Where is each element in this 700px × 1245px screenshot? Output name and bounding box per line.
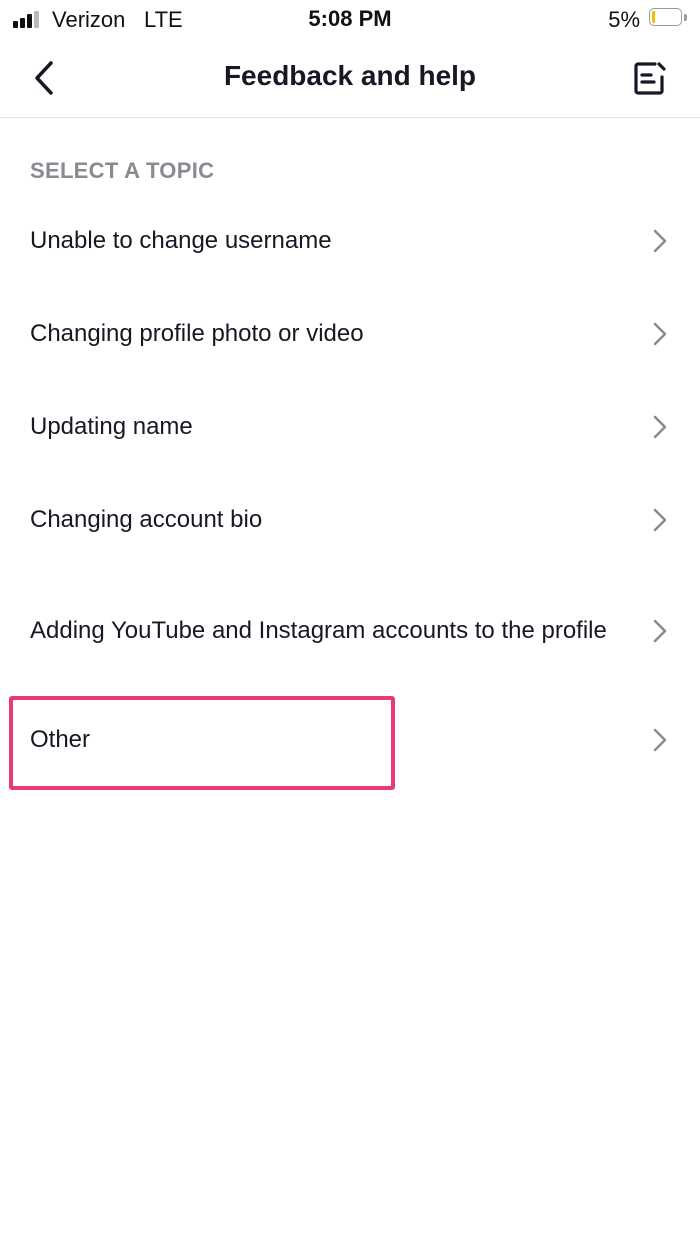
chevron-right-icon (652, 619, 668, 643)
nav-bar: Feedback and help (0, 40, 700, 118)
topic-item-updating-name[interactable]: Updating name (0, 394, 700, 460)
topic-item-unable-to-change-username[interactable]: Unable to change username (0, 208, 700, 274)
battery-percent: 5% (608, 7, 640, 32)
topic-item-adding-youtube-instagram[interactable]: Adding YouTube and Instagram accounts to… (0, 590, 700, 672)
topic-label: Changing profile photo or video (30, 320, 364, 347)
status-time: 5:08 PM (308, 6, 392, 31)
page-title: Feedback and help (223, 60, 477, 91)
status-bar: Verizon LTE 5:08 PM 5% (0, 0, 700, 40)
topic-label: Adding YouTube and Instagram accounts to… (30, 617, 607, 644)
highlight-annotation (9, 696, 395, 790)
chevron-right-icon (652, 415, 668, 439)
chevron-right-icon (652, 322, 668, 346)
battery-low-icon (649, 8, 687, 28)
chevron-right-icon (652, 728, 668, 752)
topic-label: Updating name (30, 413, 193, 440)
topic-label: Unable to change username (30, 227, 332, 254)
section-header: SELECT A TOPIC (30, 158, 215, 183)
chevron-right-icon (652, 508, 668, 532)
topic-item-changing-account-bio[interactable]: Changing account bio (0, 487, 700, 553)
chevron-right-icon (652, 229, 668, 253)
topic-label: Changing account bio (30, 506, 263, 533)
edit-note-icon (634, 62, 666, 95)
topic-item-changing-profile-photo[interactable]: Changing profile photo or video (0, 301, 700, 367)
compose-feedback-button[interactable] (630, 58, 670, 98)
